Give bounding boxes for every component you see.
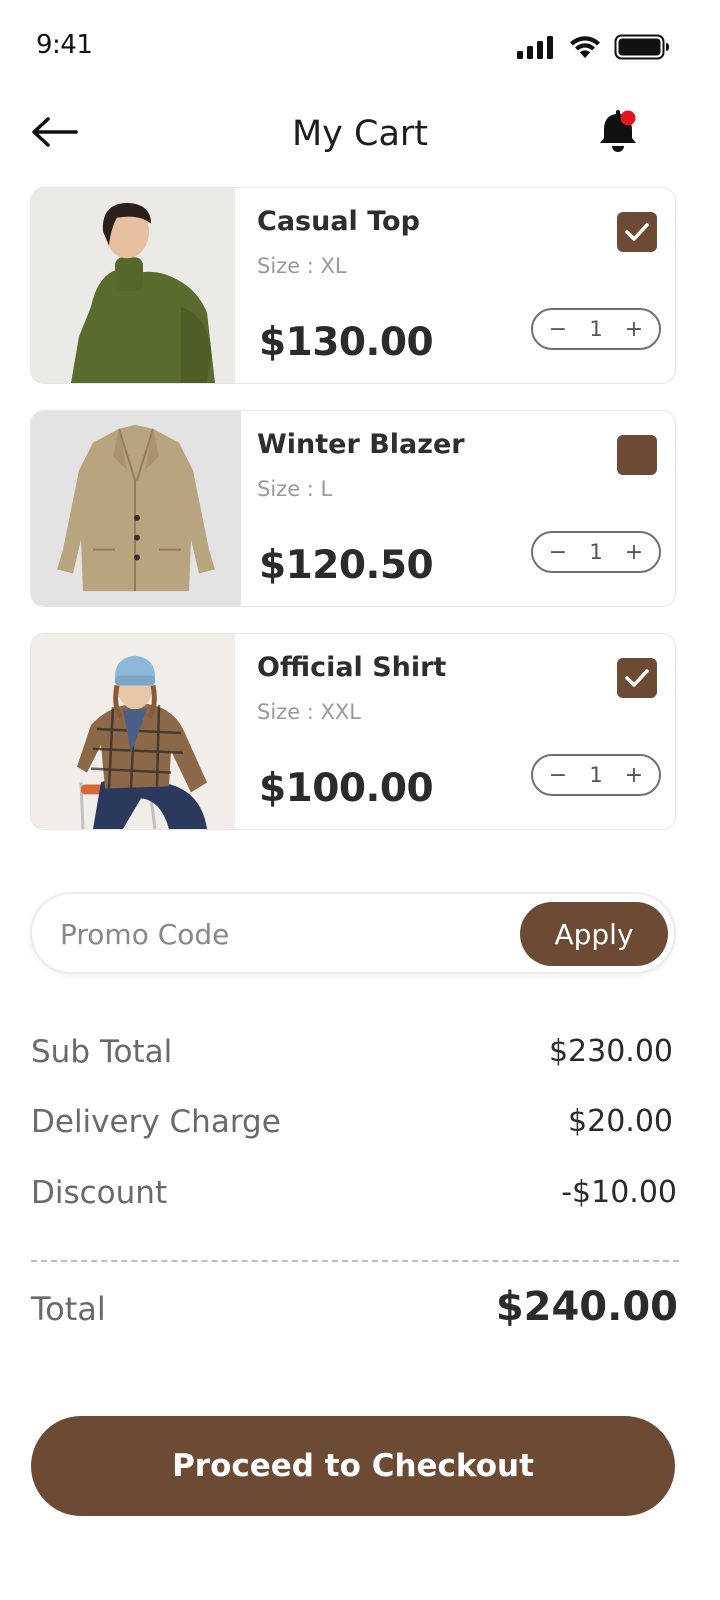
item-name: Casual Top <box>257 206 420 237</box>
item-price: $100.00 <box>259 766 434 811</box>
item-select-checkbox[interactable] <box>617 435 657 475</box>
header: My Cart <box>0 100 720 170</box>
product-image-official-shirt <box>31 634 235 829</box>
item-name: Winter Blazer <box>257 429 465 460</box>
quantity-stepper: − 1 + <box>531 308 661 350</box>
apply-button[interactable]: Apply <box>520 902 668 966</box>
notifications-button[interactable] <box>598 104 642 156</box>
total-value: $240.00 <box>495 1284 678 1330</box>
summary-divider <box>31 1260 679 1262</box>
cart-item: Casual Top Size : XL $130.00 − 1 + <box>30 187 676 384</box>
item-select-checkbox[interactable] <box>617 658 657 698</box>
discount-value: -$10.00 <box>561 1175 677 1210</box>
status-time: 9:41 <box>36 30 93 60</box>
promo-code-box: Apply <box>30 892 676 974</box>
product-image-winter-blazer <box>31 411 241 606</box>
item-size: Size : XL <box>257 254 347 278</box>
cellular-signal-icon <box>517 36 553 59</box>
item-size: Size : L <box>257 477 333 501</box>
battery-icon <box>614 34 669 60</box>
item-size: Size : XXL <box>257 700 362 724</box>
item-name: Official Shirt <box>257 652 447 683</box>
check-icon <box>625 223 649 241</box>
delivery-value: $20.00 <box>568 1104 673 1139</box>
delivery-row: Delivery Charge $20.00 <box>31 1104 679 1148</box>
quantity-value: 1 <box>589 317 603 341</box>
delivery-label: Delivery Charge <box>31 1104 281 1140</box>
item-price: $130.00 <box>259 320 434 365</box>
increase-button[interactable]: + <box>623 540 645 565</box>
quantity-stepper: − 1 + <box>531 531 661 573</box>
cart-item: Winter Blazer Size : L $120.50 − 1 + <box>30 410 676 607</box>
discount-label: Discount <box>31 1175 168 1211</box>
check-icon <box>625 669 649 687</box>
increase-button[interactable]: + <box>623 763 645 788</box>
increase-button[interactable]: + <box>623 317 645 342</box>
item-select-checkbox[interactable] <box>617 212 657 252</box>
total-label: Total <box>31 1290 106 1328</box>
cart-item: Official Shirt Size : XXL $100.00 − 1 + <box>30 633 676 830</box>
subtotal-row: Sub Total $230.00 <box>31 1034 679 1078</box>
item-price: $120.50 <box>259 543 434 588</box>
status-icons <box>516 34 670 60</box>
quantity-value: 1 <box>589 763 603 787</box>
decrease-button[interactable]: − <box>547 763 569 788</box>
checkout-button[interactable]: Proceed to Checkout <box>31 1416 675 1516</box>
quantity-value: 1 <box>589 540 603 564</box>
bell-icon <box>600 110 636 152</box>
subtotal-label: Sub Total <box>31 1034 173 1070</box>
decrease-button[interactable]: − <box>547 540 569 565</box>
wifi-icon <box>570 36 600 58</box>
discount-row: Discount -$10.00 <box>31 1175 679 1219</box>
product-image-casual-top <box>31 188 235 383</box>
promo-code-input[interactable] <box>60 912 500 956</box>
quantity-stepper: − 1 + <box>531 754 661 796</box>
decrease-button[interactable]: − <box>547 317 569 342</box>
subtotal-value: $230.00 <box>548 1034 673 1069</box>
status-bar: 9:41 <box>0 0 720 90</box>
